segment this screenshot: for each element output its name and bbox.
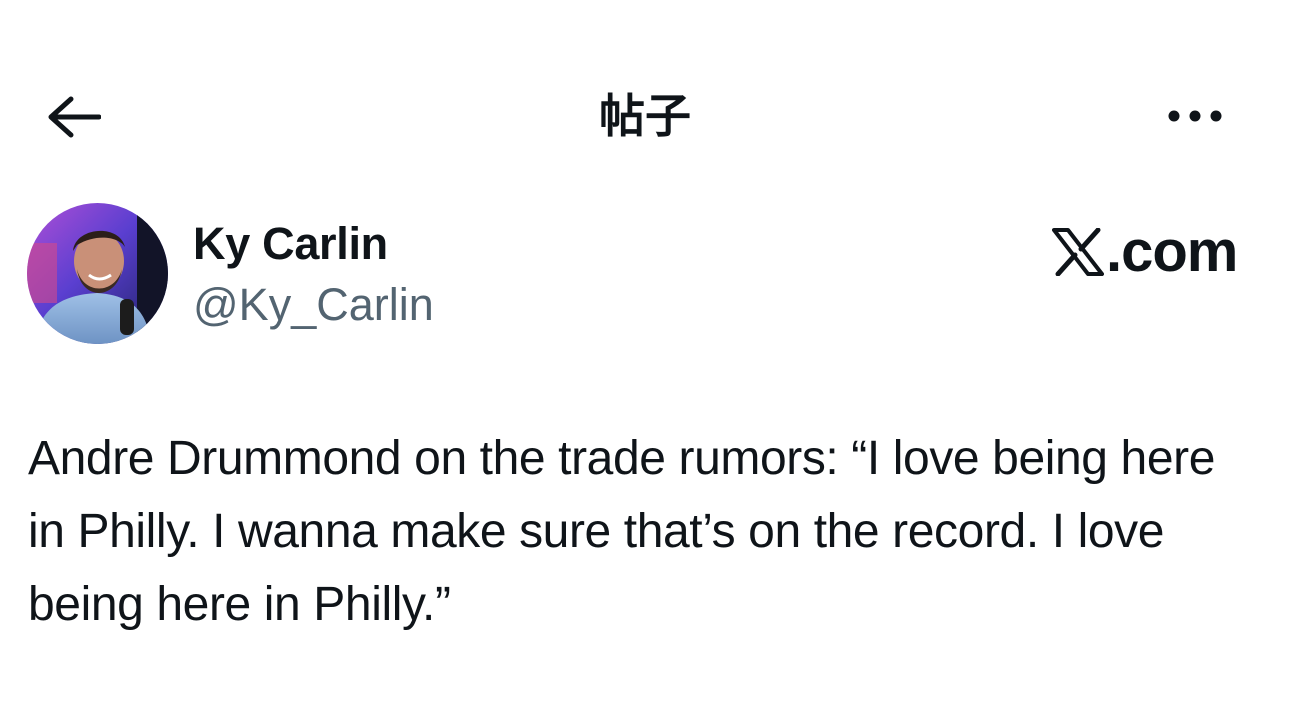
top-bar: 帖子 [0,70,1290,162]
more-options-button[interactable] [1160,98,1230,134]
tweet-text: Andre Drummond on the trade rumors: “I l… [28,432,1216,631]
avatar-image [27,203,168,344]
more-horizontal-icon [1168,110,1222,122]
avatar[interactable] [27,203,168,344]
author-display-name[interactable]: Ky Carlin [193,215,388,273]
page-title: 帖子 [599,89,691,143]
x-logo-icon [1052,228,1104,276]
author-handle[interactable]: @Ky_Carlin [193,277,434,333]
brand-text: .com [1106,219,1238,284]
x-com-watermark: .com [1052,219,1238,284]
